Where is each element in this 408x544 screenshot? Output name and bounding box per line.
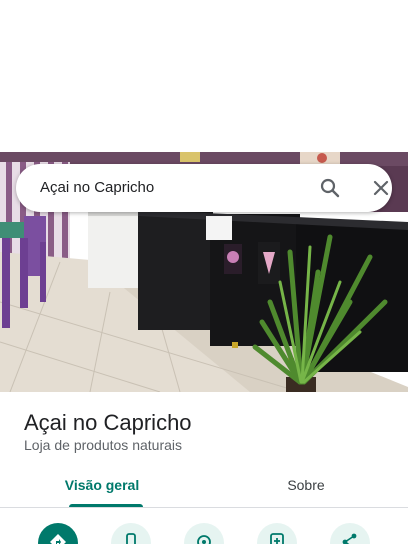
share-icon xyxy=(341,533,359,544)
place-title: Açai no Capricho xyxy=(24,410,192,435)
directions-button[interactable] xyxy=(38,523,78,544)
call-button[interactable] xyxy=(111,523,151,544)
tab-about[interactable]: Sobre xyxy=(204,466,408,508)
directions-icon xyxy=(49,533,67,544)
search-bar[interactable]: Açai no Capricho xyxy=(16,164,392,212)
save-button[interactable] xyxy=(257,523,297,544)
call-icon xyxy=(122,533,140,544)
action-buttons xyxy=(0,520,408,544)
tab-bar: Visão geral Sobre xyxy=(0,466,408,508)
search-icon[interactable] xyxy=(318,176,342,200)
tab-overview[interactable]: Visão geral xyxy=(0,466,204,508)
active-tab-indicator xyxy=(69,504,143,507)
location-button[interactable] xyxy=(184,523,224,544)
save-icon xyxy=(268,533,286,544)
search-input[interactable]: Açai no Capricho xyxy=(40,164,154,212)
close-icon[interactable] xyxy=(369,176,393,200)
share-button[interactable] xyxy=(330,523,370,544)
place-category: Loja de produtos naturais xyxy=(24,437,182,453)
location-icon xyxy=(195,533,213,544)
